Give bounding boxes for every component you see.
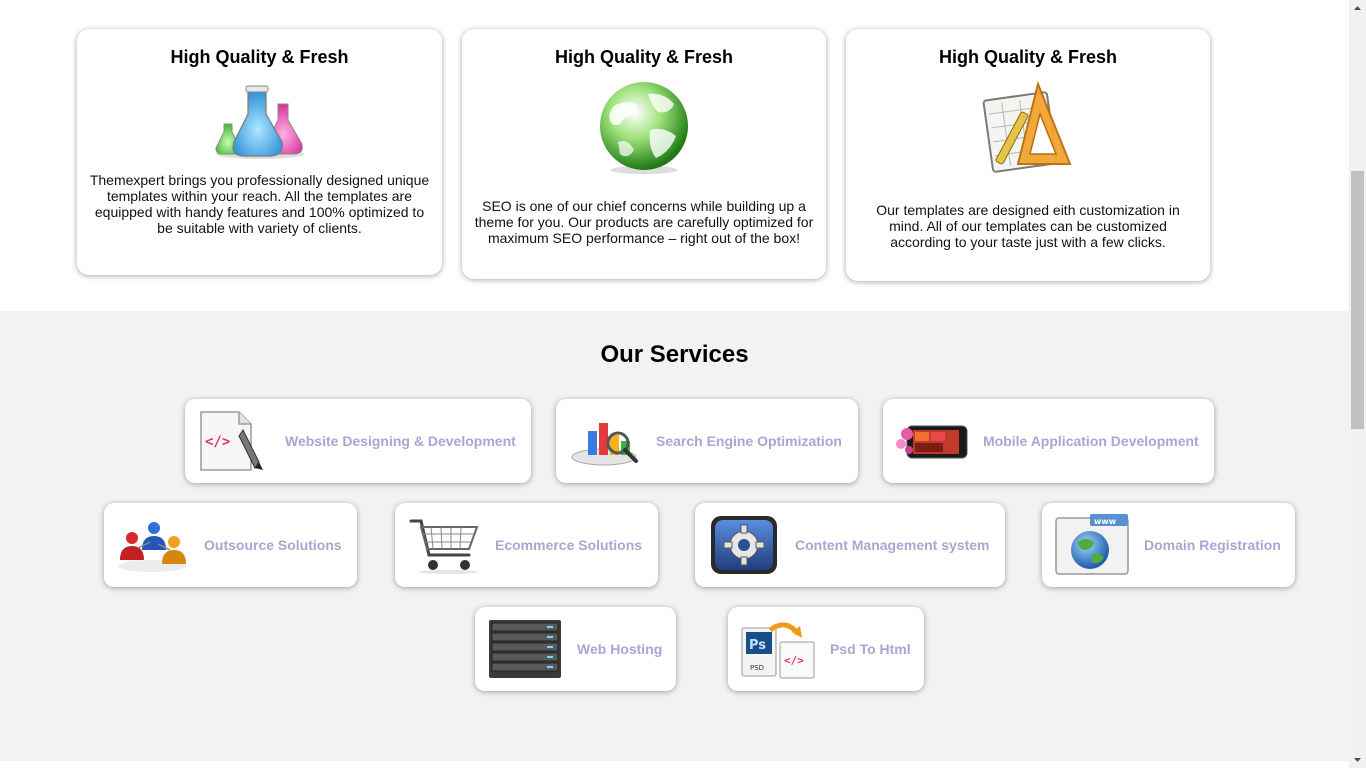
page-bottom-strip (0, 761, 1349, 768)
design-tools-icon (982, 80, 1072, 173)
feature-text: Our templates are designed eith customiz… (876, 202, 1180, 250)
service-label[interactable]: Domain Registration (1144, 537, 1281, 553)
code-document-icon: </> (200, 411, 263, 471)
feature-title: High Quality & Fresh (938, 47, 1118, 67)
scrollbar-thumb[interactable] (1351, 171, 1364, 429)
www-globe-icon: www (1055, 514, 1129, 575)
feature-card-seo: High Quality & Fresh SEO is one of our c… (462, 29, 826, 279)
scroll-up-arrow-icon[interactable] (1349, 0, 1366, 17)
service-website-design[interactable]: </> Website Designing & Development (185, 399, 531, 483)
svg-text:</>: </> (784, 654, 804, 667)
svg-text:www: www (1094, 517, 1117, 526)
service-outsource[interactable]: Outsource Solutions (104, 503, 357, 587)
globe-icon (600, 82, 688, 174)
service-label[interactable]: Search Engine Optimization (656, 433, 842, 449)
psd-to-html-icon: Ps PSD </> (741, 622, 815, 679)
service-domain[interactable]: www Domain Registration (1042, 503, 1295, 587)
services-heading: Our Services (600, 341, 749, 368)
svg-text:</>: </> (205, 434, 230, 450)
scroll-down-arrow-icon[interactable] (1349, 751, 1366, 768)
feature-text: Themexpert brings you professionally des… (89, 172, 430, 236)
gear-icon (711, 516, 777, 574)
service-seo[interactable]: Search Engine Optimization (556, 399, 858, 483)
feature-card-templates: High Quality & Fresh Themexpert brings y… (77, 29, 442, 275)
features-section: High Quality & Fresh Themexpert brings y… (0, 0, 1349, 311)
svg-text:PSD: PSD (750, 664, 764, 672)
service-psd-to-html[interactable]: Ps PSD </> Psd To Html (728, 607, 924, 691)
feature-text: SEO is one of our chief concerns while b… (474, 198, 814, 246)
feature-card-customization: High Quality & Fresh Our templates are d… (846, 29, 1210, 281)
server-rack-icon (489, 620, 561, 678)
service-label[interactable]: Content Management system (795, 537, 989, 553)
svg-text:Ps: Ps (749, 638, 766, 653)
service-cms[interactable]: Content Management system (695, 503, 1005, 587)
service-label[interactable]: Outsource Solutions (204, 537, 342, 553)
flasks-icon (214, 85, 304, 159)
service-mobile-app[interactable]: Mobile Application Development (883, 399, 1214, 483)
mobile-device-icon (896, 425, 968, 459)
seo-chart-magnifier-icon (571, 423, 638, 466)
vertical-scrollbar[interactable] (1349, 0, 1366, 768)
services-section: Our Services </> Website Designing & Dev… (0, 311, 1349, 761)
service-ecommerce[interactable]: Ecommerce Solutions (395, 503, 658, 587)
feature-title: High Quality & Fresh (170, 47, 349, 67)
service-label[interactable]: Web Hosting (577, 641, 662, 657)
service-label[interactable]: Ecommerce Solutions (495, 537, 642, 553)
service-label[interactable]: Psd To Html (830, 641, 911, 657)
service-hosting[interactable]: Web Hosting (475, 607, 676, 691)
service-label[interactable]: Website Designing & Development (285, 433, 516, 449)
shopping-cart-icon (409, 519, 479, 574)
service-label[interactable]: Mobile Application Development (983, 433, 1199, 449)
feature-title: High Quality & Fresh (554, 47, 734, 67)
people-network-icon (118, 522, 186, 572)
